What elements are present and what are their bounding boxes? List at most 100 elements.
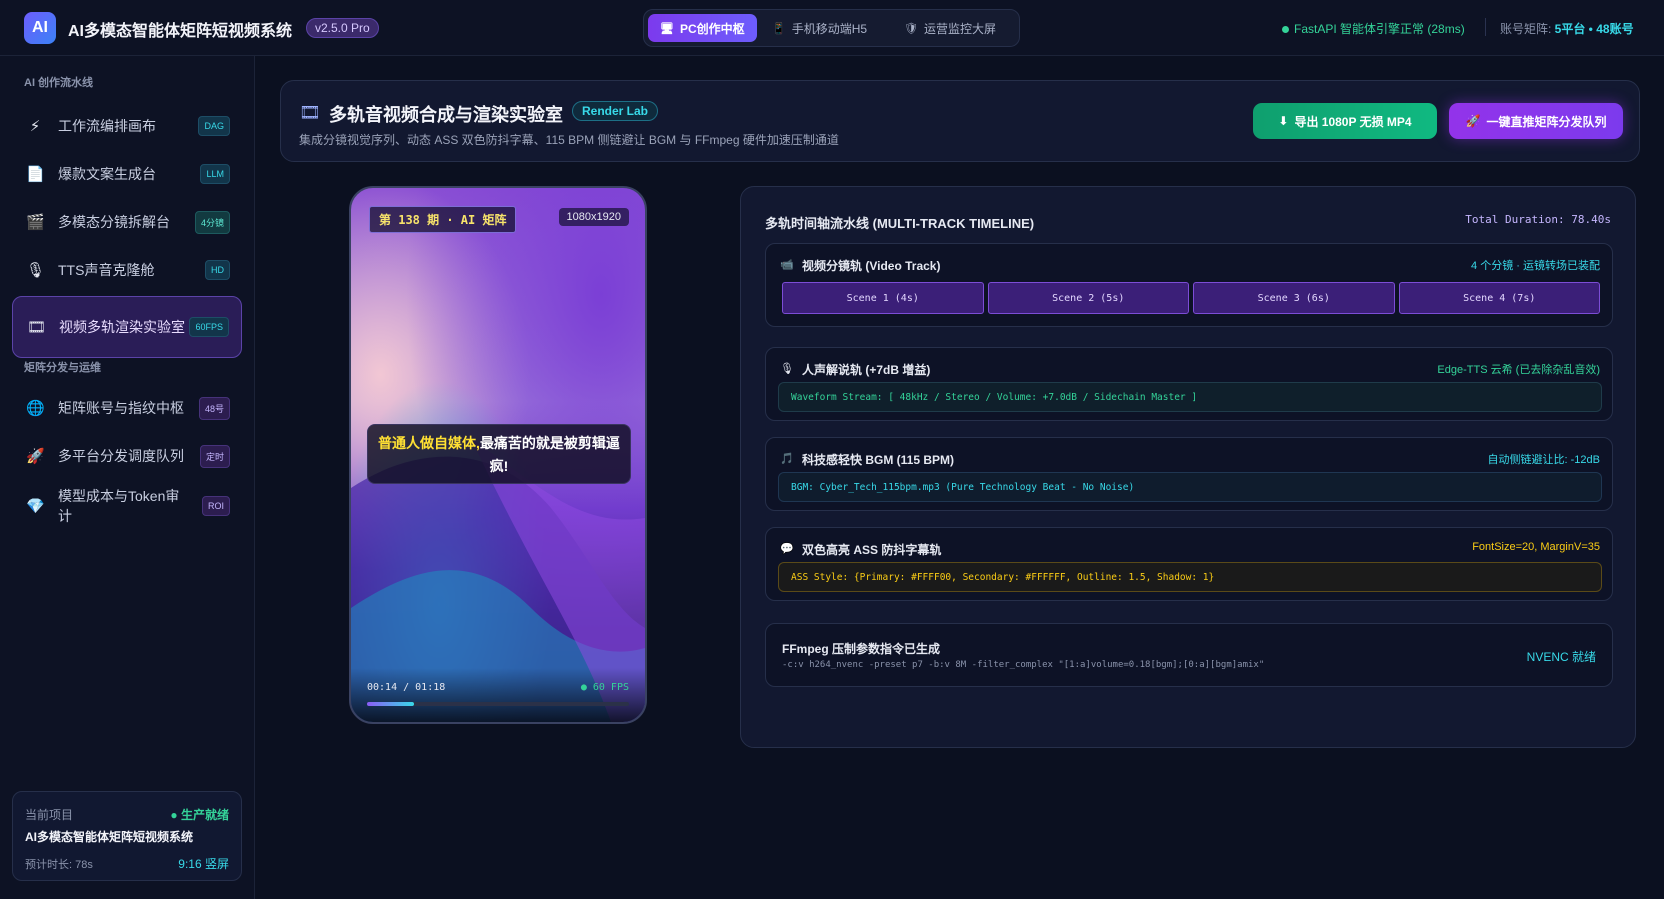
sidebar-badge: 48号 xyxy=(198,396,230,420)
dispatch-label: 一键直推矩阵分发队列 xyxy=(1486,114,1607,129)
project-duration: 预计时长: 78s xyxy=(25,859,93,871)
voice-track: 🎙 人声解说轨 (+7dB 增益) Edge-TTS 云希 (已去除杂乱音效) … xyxy=(765,347,1613,421)
phone-icon: 📱 xyxy=(772,22,786,35)
account-label: 账号矩阵: xyxy=(1500,22,1555,36)
sidebar-item-dispatch[interactable]: 🚀 多平台分发调度队列 定时 xyxy=(12,434,242,478)
scene-list: Scene 1 (4s) Scene 2 (5s) Scene 3 (6s) S… xyxy=(782,282,1600,314)
rocket-icon: 🚀 xyxy=(1465,114,1481,128)
subtitle-overlay: 普通人做自媒体,最痛苦的就是被剪辑逼疯! xyxy=(367,424,631,484)
sidebar-badge: DAG xyxy=(198,116,230,136)
sidebar-item-label: 爆款文案生成台 xyxy=(58,166,156,182)
download-icon: ⬇ xyxy=(1278,114,1289,128)
sidebar-item-label: 多平台分发调度队列 xyxy=(58,448,184,464)
sidebar: AI 创作流水线 ⚡ 工作流编排画布 DAG 📄 爆款文案生成台 LLM 🎬 多… xyxy=(0,56,255,899)
scene-clip[interactable]: Scene 3 (6s) xyxy=(1193,282,1395,314)
waveform-stream: Waveform Stream: [ 48kHz / Stereo / Volu… xyxy=(778,382,1602,412)
clapperboard-icon: 🎬 xyxy=(26,214,45,231)
track-meta: 自动侧链避让比: -12dB xyxy=(1487,454,1600,466)
sidebar-item-cost-audit[interactable]: 💎 模型成本与Token审计 ROI xyxy=(12,484,242,528)
scene-clip[interactable]: Scene 2 (5s) xyxy=(987,282,1189,314)
subtitle-track: 💬 双色高亮 ASS 防抖字幕轨 FontSize=20, MarginV=35… xyxy=(765,527,1613,601)
divider xyxy=(1485,18,1486,36)
timeline-title: 多轨时间轴流水线 (MULTI-TRACK TIMELINE) xyxy=(765,216,1035,231)
player-controls xyxy=(351,668,645,722)
sidebar-item-label: 工作流编排画布 xyxy=(58,118,156,134)
multi-track-timeline: 多轨时间轴流水线 (MULTI-TRACK TIMELINE) Total Du… xyxy=(740,186,1636,748)
phone-preview[interactable]: 第 138 期 · AI 矩阵 1080x1920 普通人做自媒体,最痛苦的就是… xyxy=(349,186,647,724)
shield-icon: 🛡 xyxy=(904,22,918,35)
sidebar-item-label: TTS声音克隆舱 xyxy=(58,262,155,278)
sidebar-section-pipeline: AI 创作流水线 xyxy=(24,77,94,89)
export-label: 导出 1080P 无损 MP4 xyxy=(1294,114,1412,129)
subtitle-text: 最痛苦的就是被剪辑逼疯! xyxy=(479,435,620,474)
progress-bar[interactable] xyxy=(367,702,629,706)
sidebar-badge: LLM xyxy=(200,164,230,184)
sidebar-item-label: 视频多轨渲染实验室 xyxy=(59,319,185,335)
sidebar-item-storyboard[interactable]: 🎬 多模态分镜拆解台 4分镜 xyxy=(12,200,242,244)
page-subtitle: 集成分镜视觉序列、动态 ASS 双色防抖字幕、115 BPM 侧链避让 BGM … xyxy=(299,133,839,147)
status-dot-icon xyxy=(1282,26,1289,33)
mode-tabs: 🖥 PC创作中枢 📱 手机移动端H5 🛡 运营监控大屏 xyxy=(643,9,1020,47)
render-lab-header: 🎞 多轨音视频合成与渲染实验室 Render Lab 集成分镜视觉序列、动态 A… xyxy=(280,80,1640,162)
app-logo: AI xyxy=(24,12,56,44)
resolution-badge: 1080x1920 xyxy=(558,208,629,226)
project-aspect-ratio: 9:16 竖屏 xyxy=(178,857,229,871)
tab-pc-studio[interactable]: 🖥 PC创作中枢 xyxy=(648,14,757,42)
sidebar-item-workflow[interactable]: ⚡ 工作流编排画布 DAG xyxy=(12,104,242,148)
episode-label: 第 138 期 · AI 矩阵 xyxy=(369,206,517,233)
sidebar-item-label: 多模态分镜拆解台 xyxy=(58,214,170,230)
ffmpeg-panel: FFmpeg 压制参数指令已生成 -c:v h264_nvenc -preset… xyxy=(765,623,1613,687)
tab-label: 手机移动端H5 xyxy=(791,21,868,36)
ffmpeg-title: FFmpeg 压制参数指令已生成 xyxy=(782,642,940,656)
tab-label: PC创作中枢 xyxy=(679,21,745,36)
monitor-icon: 🖥 xyxy=(660,22,674,35)
tab-ops-dashboard[interactable]: 🛡 运营监控大屏 xyxy=(892,14,1008,42)
version-badge: v2.5.0 Pro xyxy=(306,18,379,38)
sidebar-badge: ROI xyxy=(201,496,230,516)
sidebar-item-tts[interactable]: 🎙 TTS声音克隆舱 HD xyxy=(12,248,242,292)
lightning-icon: ⚡ xyxy=(29,118,41,135)
track-meta: Edge-TTS 云希 (已去除杂乱音效) xyxy=(1437,364,1600,376)
ffmpeg-command: -c:v h264_nvenc -preset p7 -b:v 8M -filt… xyxy=(782,660,1265,670)
track-name: 人声解说轨 (+7dB 增益) xyxy=(802,363,931,377)
track-meta: 4 个分镜 · 运镜转场已装配 xyxy=(1471,260,1600,272)
video-track: 📹 视频分镜轨 (Video Track) 4 个分镜 · 运镜转场已装配 Sc… xyxy=(765,243,1613,327)
scene-clip[interactable]: Scene 4 (7s) xyxy=(1398,282,1600,314)
dispatch-queue-button[interactable]: 🚀 一键直推矩阵分发队列 xyxy=(1449,103,1623,139)
microphone-icon: 🎙 xyxy=(780,363,794,375)
film-icon: 🎞 xyxy=(27,319,47,336)
subtitle-highlight: 普通人做自媒体, xyxy=(378,435,480,451)
sidebar-item-label: 矩阵账号与指纹中枢 xyxy=(58,400,184,416)
music-note-icon: 🎵 xyxy=(780,453,794,465)
track-name: 视频分镜轨 (Video Track) xyxy=(802,259,941,273)
sidebar-section-distribution: 矩阵分发与运维 xyxy=(24,362,101,374)
bgm-track: 🎵 科技感轻快 BGM (115 BPM) 自动侧链避让比: -12dB BGM… xyxy=(765,437,1613,511)
sidebar-item-copywriting[interactable]: 📄 爆款文案生成台 LLM xyxy=(12,152,242,196)
engine-status-text: FastAPI 智能体引擎正常 (28ms) xyxy=(1294,22,1465,36)
ass-style: ASS Style: {Primary: #FFFF00, Secondary:… xyxy=(778,562,1602,592)
nvenc-status: NVENC 就绪 xyxy=(1526,650,1596,664)
fps-indicator: ● 60 FPS xyxy=(580,682,629,693)
sidebar-item-label: 模型成本与Token审计 xyxy=(58,488,180,524)
sidebar-badge: 4分镜 xyxy=(194,210,230,234)
track-name: 科技感轻快 BGM (115 BPM) xyxy=(802,453,955,467)
film-icon: 🎞 xyxy=(299,103,321,122)
account-matrix: 账号矩阵: 5平台 • 48账号 xyxy=(1500,20,1634,37)
progress-fill xyxy=(367,702,415,706)
top-bar: AI AI多模态智能体矩阵短视频系统 v2.5.0 Pro 🖥 PC创作中枢 📱… xyxy=(0,0,1664,56)
speech-bubble-icon: 💬 xyxy=(780,543,794,555)
sidebar-badge: 定时 xyxy=(199,444,230,468)
sidebar-item-render-lab[interactable]: 🎞 视频多轨渲染实验室 60FPS xyxy=(12,296,242,358)
project-status-badge: ● 生产就绪 xyxy=(170,808,229,822)
export-mp4-button[interactable]: ⬇ 导出 1080P 无损 MP4 xyxy=(1253,103,1437,139)
account-value: 5平台 • 48账号 xyxy=(1554,22,1634,36)
track-meta: FontSize=20, MarginV=35 xyxy=(1472,541,1600,553)
project-name: AI多模态智能体矩阵短视频系统 xyxy=(25,830,194,844)
sidebar-item-accounts[interactable]: 🌐 矩阵账号与指纹中枢 48号 xyxy=(12,386,242,430)
scene-clip[interactable]: Scene 1 (4s) xyxy=(782,282,984,314)
project-label: 当前项目 xyxy=(25,808,74,822)
document-icon: 📄 xyxy=(26,166,45,183)
tab-mobile-h5[interactable]: 📱 手机移动端H5 xyxy=(760,14,879,42)
rocket-icon: 🚀 xyxy=(26,448,45,465)
track-name: 双色高亮 ASS 防抖字幕轨 xyxy=(802,543,942,557)
